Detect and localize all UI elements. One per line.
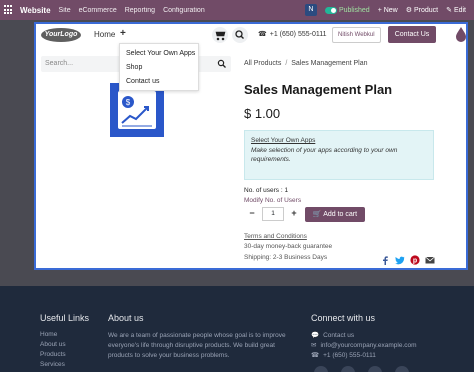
phone-icon: ☎ <box>258 31 267 38</box>
social-button-4[interactable] <box>395 366 409 372</box>
product-chart-icon: $ <box>118 91 156 129</box>
footer-email-link[interactable]: ✉ info@yourcompany.example.com <box>311 341 417 350</box>
phone-footer-icon: ☎ <box>311 352 320 359</box>
quantity-stepper: − 1 + <box>244 207 302 221</box>
social-button-3[interactable] <box>368 366 382 372</box>
breadcrumb: All Products / Sales Management Plan <box>244 60 368 67</box>
twitter-icon[interactable] <box>395 252 405 265</box>
svg-text:$: $ <box>126 98 131 107</box>
apps-grid-icon[interactable] <box>4 5 14 15</box>
published-label: Published <box>338 6 370 14</box>
drop-icon <box>455 26 466 42</box>
qty-plus-button[interactable]: + <box>286 207 302 221</box>
site-logo[interactable]: YourLogo <box>41 28 81 42</box>
topbar-menu-site[interactable]: Site <box>59 7 71 14</box>
guarantee-text: 30-day money-back guarantee <box>244 243 333 250</box>
gear-icon: ⚙ <box>405 7 413 14</box>
pinterest-icon[interactable]: p <box>410 252 420 265</box>
users-count: No. of users : 1 <box>244 187 289 194</box>
footer-link-about[interactable]: About us <box>40 341 66 348</box>
info-text: Make selection of your apps according to… <box>251 147 398 163</box>
breadcrumb-all-products[interactable]: All Products <box>244 60 281 67</box>
user-badge[interactable]: N <box>304 4 317 16</box>
terms-link[interactable]: Terms and Conditions <box>244 233 307 240</box>
modify-users-link[interactable]: Modify No. of Users <box>244 197 301 204</box>
qty-minus-button[interactable]: − <box>244 207 260 221</box>
footer-useful-links-title: Useful Links <box>40 313 90 323</box>
search-placeholder: Search... <box>45 60 74 67</box>
footer-connect-title: Connect with us <box>311 313 376 323</box>
toggle-icon <box>324 6 337 14</box>
overlay-bottom <box>34 270 468 286</box>
pencil-icon: ✎ <box>446 7 452 14</box>
search-button[interactable] <box>232 27 248 43</box>
dropdown-item-shop[interactable]: Shop <box>120 61 198 74</box>
footer-link-services[interactable]: Services <box>40 361 65 368</box>
product-price: $ 1.00 <box>244 106 281 121</box>
topbar-menu-ecommerce[interactable]: eCommerce <box>79 7 117 14</box>
social-button-1[interactable] <box>314 366 328 372</box>
nav-dropdown: Select Your Own Apps Shop Contact us <box>119 43 199 91</box>
product-button[interactable]: ⚙ Product <box>406 6 438 14</box>
footer-contact-link[interactable]: 💬 Contact us <box>311 331 355 340</box>
cart-button[interactable] <box>212 27 228 43</box>
topbar-right: N Published + New ⚙ Product ✎ Edit <box>304 0 474 20</box>
shipping-text: Shipping: 2-3 Business Days <box>244 254 328 261</box>
info-box: Select Your Own Apps Make selection of y… <box>244 130 434 180</box>
breadcrumb-separator: / <box>285 60 288 67</box>
email-icon[interactable] <box>425 252 435 264</box>
footer-link-home[interactable]: Home <box>40 331 57 338</box>
overlay-right <box>468 20 474 286</box>
comment-icon: 💬 <box>311 332 320 339</box>
add-to-cart-button[interactable]: 🛒 Add to cart <box>305 207 365 222</box>
magnifier-icon[interactable] <box>217 59 227 69</box>
edit-button[interactable]: ✎ Edit <box>446 6 466 14</box>
product-image[interactable]: $ <box>110 83 164 137</box>
odoo-topbar: Website Site eCommerce Reporting Configu… <box>0 0 474 20</box>
phone-number: +1 (650) 555-0111 <box>269 30 327 38</box>
dropdown-item-select-apps[interactable]: Select Your Own Apps <box>120 47 198 60</box>
edit-label: Edit <box>453 7 466 14</box>
topbar-menu-configuration[interactable]: Configuration <box>163 7 205 14</box>
cart-add-icon: 🛒 <box>312 211 322 218</box>
nav-plus-button[interactable]: + <box>120 28 126 39</box>
user-menu[interactable]: Nitish Webkul <box>332 27 381 43</box>
product-title: Sales Management Plan <box>244 82 393 97</box>
svg-text:p: p <box>413 258 417 265</box>
footer-about-title: About us <box>108 313 144 323</box>
topbar-brand[interactable]: Website <box>20 6 51 15</box>
qty-input[interactable]: 1 <box>262 207 284 221</box>
cart-icon <box>215 31 226 41</box>
footer-email-label: info@yourcompany.example.com <box>320 341 417 349</box>
footer-contact-label: Contact us <box>323 331 355 339</box>
social-button-2[interactable] <box>341 366 355 372</box>
nav-home[interactable]: Home <box>94 30 115 39</box>
overlay-left <box>0 20 34 286</box>
new-button[interactable]: + New <box>378 7 398 14</box>
footer-about-text: We are a team of passionate people whose… <box>108 332 286 359</box>
published-toggle[interactable]: Published <box>324 6 370 14</box>
share-icons: p <box>380 252 435 265</box>
search-icon <box>235 30 244 39</box>
footer-link-products[interactable]: Products <box>40 351 66 358</box>
facebook-icon[interactable] <box>380 252 390 265</box>
footer-phone-link[interactable]: ☎ +1 (650) 555-0111 <box>311 351 376 360</box>
breadcrumb-current: Sales Management Plan <box>291 60 368 67</box>
info-title[interactable]: Select Your Own Apps <box>251 137 427 144</box>
footer-phone-label: +1 (650) 555-0111 <box>323 351 376 359</box>
product-label: Product <box>413 7 439 14</box>
topbar-menu-reporting[interactable]: Reporting <box>125 7 155 14</box>
contact-us-button[interactable]: Contact Us <box>388 26 436 43</box>
dropdown-item-contact[interactable]: Contact us <box>120 75 198 88</box>
header-phone[interactable]: ☎ +1 (650) 555-0111 <box>258 30 327 39</box>
website-frame: YourLogo Home + ☎ +1 (650) 555-0111 Niti… <box>34 22 468 270</box>
envelope-icon: ✉ <box>311 342 317 349</box>
add-to-cart-label: Add to cart <box>323 211 358 218</box>
site-footer: Useful Links Home About us Products Serv… <box>0 286 474 372</box>
